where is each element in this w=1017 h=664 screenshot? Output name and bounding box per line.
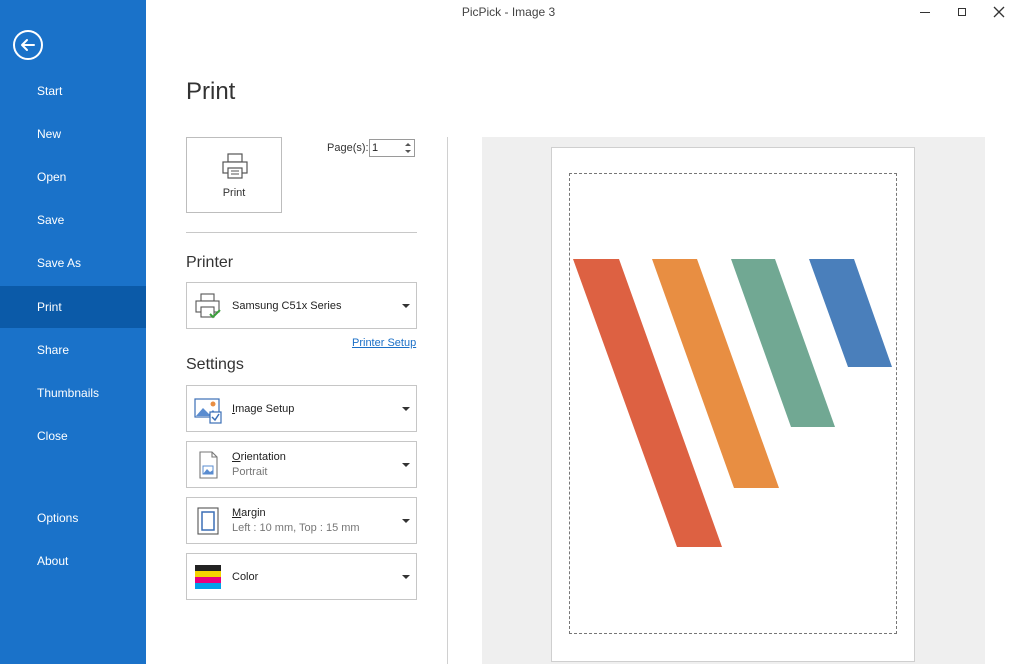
minimize-icon — [920, 12, 930, 13]
image-setup-label: Image Setup — [232, 403, 295, 415]
sidebar-item-new[interactable]: New — [0, 113, 146, 155]
sidebar-item-print[interactable]: Print — [0, 286, 146, 328]
separator — [186, 232, 417, 233]
close-icon — [993, 6, 1005, 18]
chevron-down-icon — [402, 304, 410, 308]
portrait-page-icon — [199, 451, 218, 479]
minimize-button[interactable] — [908, 0, 942, 24]
close-window-button[interactable] — [982, 0, 1016, 24]
orientation-label: Orientation — [232, 451, 286, 463]
sidebar-item-share[interactable]: Share — [0, 329, 146, 371]
margin-dropdown[interactable]: Margin Left : 10 mm, Top : 15 mm — [186, 497, 417, 544]
chevron-down-icon — [402, 407, 410, 411]
maximize-icon — [958, 8, 966, 16]
printer-icon — [222, 153, 248, 179]
print-button-label: Print — [222, 187, 246, 199]
sidebar-item-save[interactable]: Save — [0, 199, 146, 241]
margin-icon — [197, 507, 219, 535]
sidebar-item-thumbnails[interactable]: Thumbnails — [0, 372, 146, 414]
sidebar-item-save-as[interactable]: Save As — [0, 242, 146, 284]
orientation-dropdown[interactable]: Orientation Portrait — [186, 441, 417, 488]
printer-name: Samsung C51x Series — [232, 300, 342, 312]
chevron-down-icon — [402, 519, 410, 523]
sidebar-item-options[interactable]: Options — [0, 497, 146, 539]
margin-value: Left : 10 mm, Top : 15 mm — [232, 522, 360, 534]
backstage-sidebar: Start New Open Save Save As Print Share … — [0, 0, 146, 664]
sidebar-item-start[interactable]: Start — [0, 70, 146, 112]
printer-setup-link[interactable]: Printer Setup — [352, 337, 416, 349]
panel-divider — [447, 137, 448, 664]
orientation-value: Portrait — [232, 466, 268, 478]
printer-ready-icon — [195, 293, 221, 319]
printer-section-title: Printer — [186, 254, 234, 271]
printable-area-outline — [569, 173, 897, 634]
pages-input[interactable]: 1 — [369, 139, 415, 157]
spinner-arrows-icon[interactable] — [403, 141, 413, 155]
chevron-down-icon — [402, 575, 410, 579]
margin-label: Margin — [232, 507, 266, 519]
pages-value: 1 — [372, 142, 379, 154]
sidebar-item-about[interactable]: About — [0, 540, 146, 582]
back-button[interactable] — [13, 30, 43, 60]
settings-section-title: Settings — [186, 356, 244, 373]
sidebar-item-close[interactable]: Close — [0, 415, 146, 457]
color-dropdown[interactable]: Color — [186, 553, 417, 600]
back-arrow-icon — [21, 39, 35, 51]
image-setup-dropdown[interactable]: Image Setup — [186, 385, 417, 432]
chevron-down-icon — [402, 463, 410, 467]
color-bars-icon — [195, 565, 221, 589]
color-label: Color — [232, 571, 259, 583]
print-button[interactable]: Print — [186, 137, 282, 213]
pages-label: Page(s): — [327, 142, 369, 154]
sidebar-item-open[interactable]: Open — [0, 156, 146, 198]
window-title: PicPick - Image 3 — [461, 5, 556, 19]
image-setup-icon — [194, 398, 222, 424]
page-title: Print — [186, 78, 236, 105]
maximize-button[interactable] — [945, 0, 979, 24]
printer-dropdown[interactable]: Samsung C51x Series — [186, 282, 417, 329]
